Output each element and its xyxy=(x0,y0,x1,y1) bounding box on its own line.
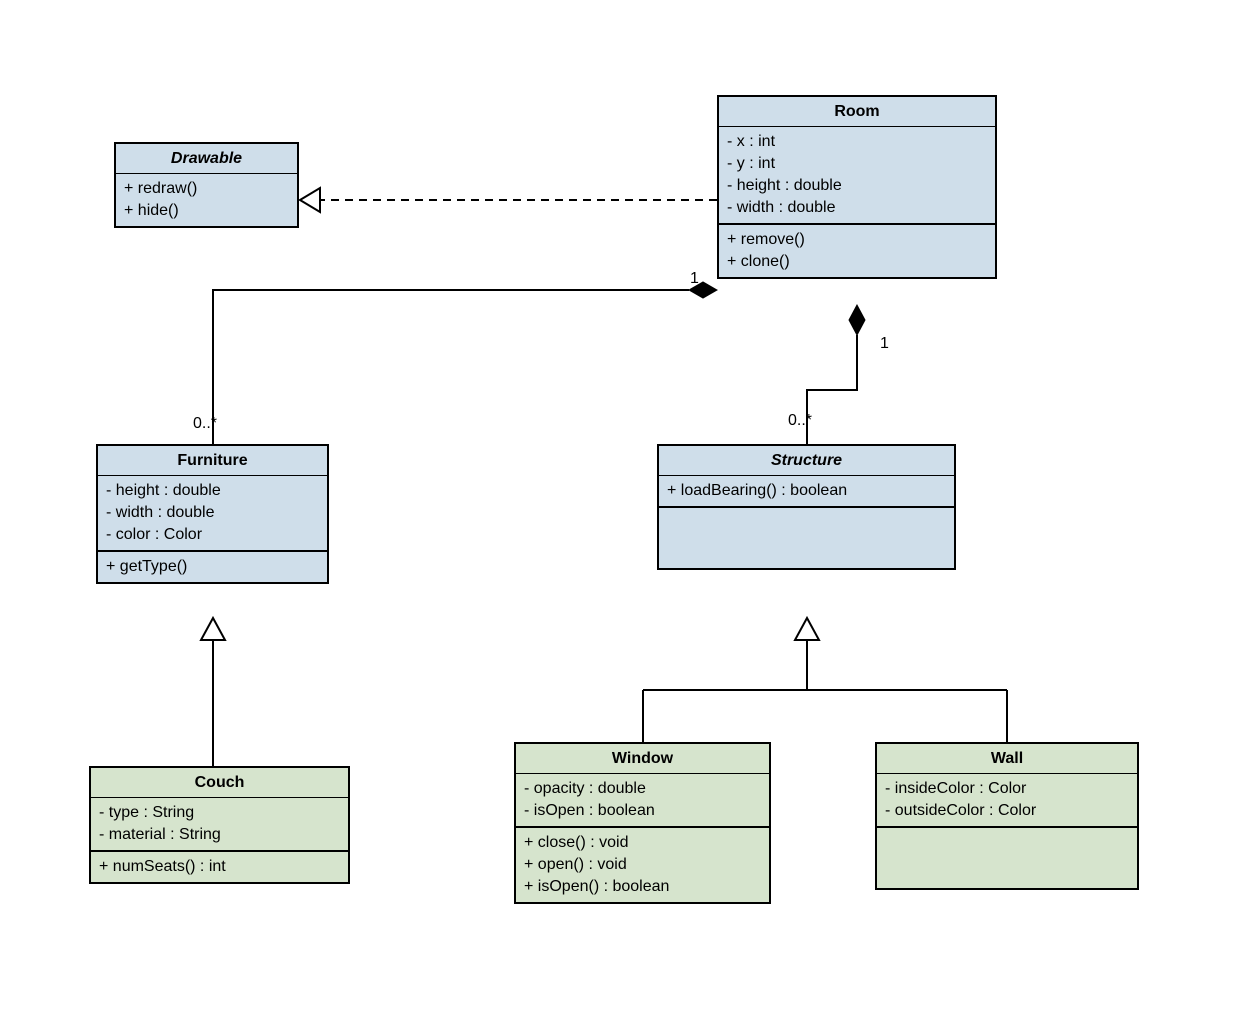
multiplicity-room-structure-room: 1 xyxy=(880,335,889,353)
method-row: + clone() xyxy=(727,251,987,273)
method-row: + hide() xyxy=(124,200,289,222)
method-row: + open() : void xyxy=(524,854,761,876)
attr-row: - height : double xyxy=(106,480,319,502)
attr-row: - type : String xyxy=(99,802,340,824)
class-title: Window xyxy=(516,744,769,776)
method-row: + getType() xyxy=(106,556,319,578)
gen-arrow-structure xyxy=(795,618,819,640)
multiplicity-room-structure-structure: 0..* xyxy=(788,412,812,430)
class-window: Window - opacity : double - isOpen : boo… xyxy=(514,742,771,904)
realization-arrowhead xyxy=(300,188,320,212)
method-row: + remove() xyxy=(727,229,987,251)
attr-row: - width : double xyxy=(727,197,987,219)
attr-row: - x : int xyxy=(727,131,987,153)
empty-section xyxy=(877,828,1137,888)
attr-row: - height : double xyxy=(727,175,987,197)
gen-arrow-couch xyxy=(201,618,225,640)
methods: + close() : void + open() : void + isOpe… xyxy=(516,828,769,902)
attributes: - insideColor : Color - outsideColor : C… xyxy=(877,774,1137,828)
multiplicity-room-furniture-room: 1 xyxy=(690,270,699,288)
methods: + numSeats() : int xyxy=(91,852,348,882)
attr-row: - isOpen : boolean xyxy=(524,800,761,822)
class-couch: Couch - type : String - material : Strin… xyxy=(89,766,350,884)
methods: + loadBearing() : boolean xyxy=(659,476,954,508)
class-title: Wall xyxy=(877,744,1137,776)
method-row: + isOpen() : boolean xyxy=(524,876,761,898)
attr-row: - y : int xyxy=(727,153,987,175)
multiplicity-room-furniture-furniture: 0..* xyxy=(193,415,217,433)
class-title: Drawable xyxy=(116,144,297,176)
attributes: - type : String - material : String xyxy=(91,798,348,852)
attr-row: - insideColor : Color xyxy=(885,778,1129,800)
class-title: Room xyxy=(719,97,995,129)
attributes: - height : double - width : double - col… xyxy=(98,476,327,552)
attributes: - opacity : double - isOpen : boolean xyxy=(516,774,769,828)
class-title: Couch xyxy=(91,768,348,800)
attr-row: - width : double xyxy=(106,502,319,524)
method-row: + close() : void xyxy=(524,832,761,854)
attr-row: - outsideColor : Color xyxy=(885,800,1129,822)
methods: + getType() xyxy=(98,552,327,582)
method-row: + loadBearing() : boolean xyxy=(667,480,946,502)
empty-section xyxy=(659,508,954,568)
attr-row: - material : String xyxy=(99,824,340,846)
class-drawable: Drawable + redraw() + hide() xyxy=(114,142,299,228)
attributes: - x : int - y : int - height : double - … xyxy=(719,127,995,225)
class-title: Furniture xyxy=(98,446,327,478)
class-title: Structure xyxy=(659,446,954,478)
method-row: + redraw() xyxy=(124,178,289,200)
composition-diamond-structure xyxy=(849,305,865,335)
attr-row: - color : Color xyxy=(106,524,319,546)
methods: + redraw() + hide() xyxy=(116,174,297,226)
class-structure: Structure + loadBearing() : boolean xyxy=(657,444,956,570)
class-room: Room - x : int - y : int - height : doub… xyxy=(717,95,997,279)
class-wall: Wall - insideColor : Color - outsideColo… xyxy=(875,742,1139,890)
attr-row: - opacity : double xyxy=(524,778,761,800)
method-row: + numSeats() : int xyxy=(99,856,340,878)
composition-line-structure xyxy=(807,335,857,444)
class-furniture: Furniture - height : double - width : do… xyxy=(96,444,329,584)
composition-line-furniture xyxy=(213,290,689,444)
methods: + remove() + clone() xyxy=(719,225,995,277)
